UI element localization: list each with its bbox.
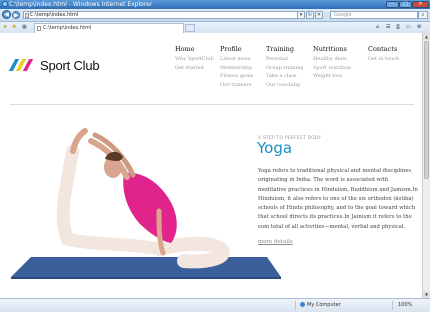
ie-logo-icon bbox=[2, 1, 8, 7]
search-input[interactable]: Google bbox=[330, 11, 418, 19]
nav-sub-link[interactable]: Weight loss bbox=[313, 72, 351, 81]
nav-nutritions: Nutritions Healthy diets Sport nutrition… bbox=[313, 45, 351, 81]
address-field[interactable]: C:\temp\index.html bbox=[23, 11, 303, 19]
nav-profile: Profile Latest news Membership Fitness g… bbox=[220, 45, 253, 89]
add-favorites-icon[interactable]: ✚ bbox=[12, 24, 16, 31]
nav-sub-link[interactable]: Our coaching bbox=[266, 81, 304, 90]
nav-sub-link[interactable]: Healthy diets bbox=[313, 55, 351, 64]
nav-sub-link[interactable]: Our trainers bbox=[220, 81, 253, 90]
print-icon[interactable]: ⎙ bbox=[396, 24, 400, 31]
nav-sub-link[interactable]: Membership bbox=[220, 64, 253, 73]
forward-button[interactable]: ▶ bbox=[12, 11, 20, 19]
more-details-link[interactable]: more details bbox=[258, 239, 293, 245]
pink-top bbox=[123, 172, 177, 243]
tab-list-icon[interactable]: ▦ bbox=[22, 24, 27, 31]
nav-sub-link[interactable]: Why SportClub bbox=[175, 55, 214, 64]
refresh-button[interactable]: ↻ bbox=[306, 11, 314, 19]
nav-sub-link[interactable]: Sport nutrition bbox=[313, 64, 351, 73]
nav-training: Training Personal Group training Take a … bbox=[266, 45, 304, 89]
nav-sub-link[interactable]: Personal bbox=[266, 55, 304, 64]
nav-home: Home Why SportClub Get started bbox=[175, 45, 214, 72]
vertical-scrollbar[interactable]: ▲ ▼ bbox=[422, 33, 430, 298]
zone-label: My Computer bbox=[307, 302, 341, 308]
status-divider bbox=[295, 301, 296, 310]
address-bar: ◀ ▶ C:\temp\index.html ▾ ↻ ✕ Google ⌕ bbox=[0, 9, 430, 22]
nav-link-contacts[interactable]: Contacts bbox=[368, 45, 399, 53]
yoga-mat-edge bbox=[11, 277, 281, 279]
yoga-mat bbox=[11, 257, 281, 277]
status-bar: My Computer 100% bbox=[0, 298, 430, 312]
new-tab-button[interactable] bbox=[185, 24, 195, 32]
nav-link-home[interactable]: Home bbox=[175, 45, 214, 53]
section-heading: Yoga bbox=[257, 139, 293, 157]
nav-divider bbox=[10, 104, 414, 105]
back-button[interactable]: ◀ bbox=[2, 10, 11, 19]
stop-button[interactable]: ✕ bbox=[315, 11, 323, 19]
window-title: C:\temp\index.html - Windows Internet Ex… bbox=[9, 1, 153, 8]
nav-link-profile[interactable]: Profile bbox=[220, 45, 253, 53]
tools-menu-icon[interactable]: ⚙ bbox=[417, 24, 421, 31]
yoga-pose-image bbox=[11, 128, 281, 279]
web-page: Sport Club Home Why SportClub Get starte… bbox=[0, 33, 422, 298]
home-icon[interactable]: ⌂ bbox=[376, 24, 379, 31]
search-icon[interactable]: ⌕ bbox=[418, 11, 428, 19]
globe-icon bbox=[300, 302, 305, 307]
nav-contacts: Contacts Get in touch bbox=[368, 45, 399, 64]
zoom-level[interactable]: 100% bbox=[398, 302, 412, 308]
logo-text: Sport Club bbox=[40, 58, 100, 73]
nav-sub-link[interactable]: Latest news bbox=[220, 55, 253, 64]
close-button[interactable]: ✕ bbox=[412, 1, 429, 8]
title-bar: C:\temp\index.html - Windows Internet Ex… bbox=[0, 0, 430, 9]
nav-link-nutritions[interactable]: Nutritions bbox=[313, 45, 351, 53]
tab-page-icon bbox=[37, 26, 41, 31]
nav-link-training[interactable]: Training bbox=[266, 45, 304, 53]
section-body: Yoga refers to traditional physical and … bbox=[258, 168, 418, 230]
nav-sub-link[interactable]: Fitness goals bbox=[220, 72, 253, 81]
scroll-thumb[interactable] bbox=[424, 41, 429, 179]
nav-sub-link[interactable]: Group training bbox=[266, 64, 304, 73]
address-dropdown-button[interactable]: ▾ bbox=[297, 11, 305, 19]
address-url: C:\temp\index.html bbox=[30, 12, 79, 18]
nav-sub-link[interactable]: Get started bbox=[175, 64, 214, 73]
tab-label: C:\temp\index.html bbox=[43, 25, 92, 31]
minimize-button[interactable]: – bbox=[386, 1, 399, 8]
back-foot bbox=[70, 128, 88, 154]
tab-current[interactable]: C:\temp\index.html bbox=[34, 23, 184, 33]
scroll-down-icon[interactable]: ▼ bbox=[423, 291, 430, 298]
security-zone: My Computer bbox=[300, 302, 341, 308]
scroll-up-icon[interactable]: ▲ bbox=[423, 33, 430, 40]
page-icon bbox=[25, 13, 29, 18]
nav-sub-link[interactable]: Get in touch bbox=[368, 55, 399, 64]
feeds-icon[interactable]: ☰ bbox=[386, 24, 390, 31]
status-divider bbox=[392, 301, 393, 310]
favorites-star-icon[interactable]: ★ bbox=[3, 24, 7, 31]
page-menu-icon[interactable]: ▭ bbox=[406, 24, 411, 31]
nav-sub-link[interactable]: Take a class bbox=[266, 72, 304, 81]
maximize-button[interactable]: □ bbox=[399, 1, 412, 8]
